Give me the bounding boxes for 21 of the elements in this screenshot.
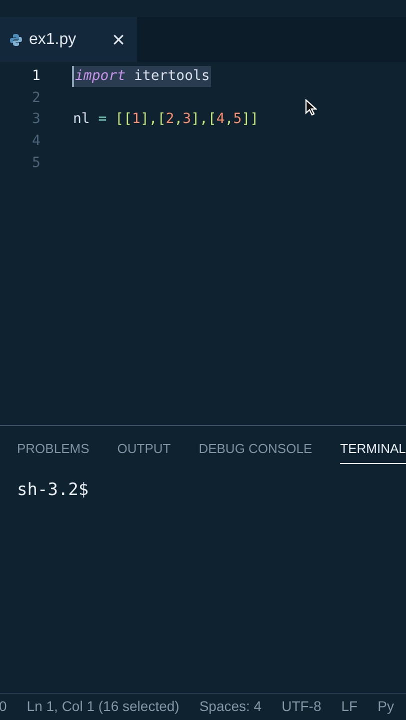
status-item[interactable]: Ln 1, Col 1 (16 selected) xyxy=(26,696,180,717)
terminal-prompt: sh-3.2$ xyxy=(16,479,90,502)
line-number: 5 xyxy=(31,154,42,173)
status-item[interactable]: UTF-8 xyxy=(282,696,322,717)
panel-tab[interactable]: OUTPUT xyxy=(117,436,171,464)
line-number: 2 xyxy=(31,88,42,108)
tab-label: ex1.py xyxy=(29,30,78,50)
python-icon xyxy=(9,32,23,46)
panel-tab[interactable]: DEBUG CONSOLE xyxy=(198,436,312,464)
status-item[interactable]: LF xyxy=(341,696,358,717)
line-number: 4 xyxy=(31,132,42,152)
line-number: 3 xyxy=(31,110,42,130)
editor-tab[interactable]: ex1.py × xyxy=(0,17,137,62)
close-icon[interactable]: × xyxy=(112,28,125,50)
status-item[interactable]: Py xyxy=(378,696,394,717)
line-number: 1 xyxy=(31,67,42,86)
panel-tab[interactable]: PROBLEMS xyxy=(17,436,90,464)
code-line: nl = [[1],[2,3],[4,5]] xyxy=(72,110,260,130)
status-item[interactable]: Spaces: 4 xyxy=(199,696,262,717)
panel-tab[interactable]: TERMINAL xyxy=(340,436,406,464)
mouse-pointer-icon xyxy=(305,99,317,116)
